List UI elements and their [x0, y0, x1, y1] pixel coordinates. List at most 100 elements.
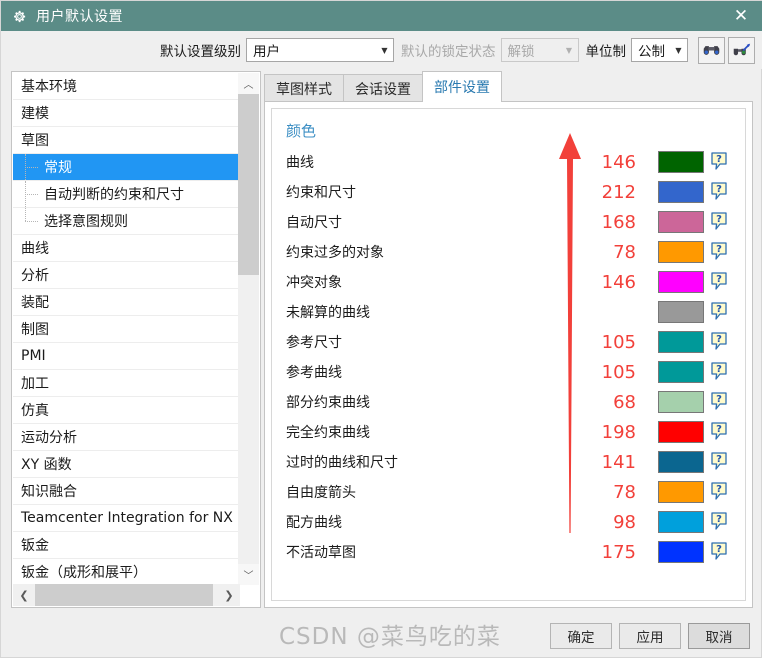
binoculars-arrow-icon[interactable]: [728, 36, 755, 64]
default-level-select[interactable]: 用户 ▼: [246, 38, 394, 62]
sidebar-item-label: 装配: [21, 295, 49, 311]
panel-body: 颜色 曲线 146? 约束和尺寸 212? 自动尺寸 168? 约束过多的对象 78? 冲突对象…: [264, 101, 753, 608]
help-balloon-icon[interactable]: ?: [711, 182, 728, 202]
sidebar-item[interactable]: 选择意图规则: [13, 208, 240, 235]
close-icon[interactable]: ✕: [719, 1, 762, 31]
sidebar-item[interactable]: Teamcenter Integration for NX: [13, 505, 240, 532]
color-swatch[interactable]: [658, 301, 704, 323]
cancel-button[interactable]: 取消: [688, 623, 750, 649]
sidebar-item[interactable]: 曲线: [13, 235, 240, 262]
color-swatch[interactable]: [658, 271, 704, 293]
color-swatch[interactable]: [658, 181, 704, 203]
help-balloon-icon[interactable]: ?: [711, 362, 728, 382]
help-balloon-icon[interactable]: ?: [711, 422, 728, 442]
tree-vscroll-thumb[interactable]: [238, 94, 259, 275]
color-swatch[interactable]: [658, 421, 704, 443]
svg-text:?: ?: [716, 514, 722, 525]
color-swatch[interactable]: [658, 511, 704, 533]
sidebar-item[interactable]: 装配: [13, 289, 240, 316]
tab-1[interactable]: 草图样式: [264, 74, 344, 102]
help-balloon-icon[interactable]: ?: [711, 152, 728, 172]
title-bar: 用户默认设置 ✕: [1, 1, 762, 31]
chevron-down-icon[interactable]: ﹀: [238, 564, 259, 585]
svg-text:?: ?: [716, 454, 722, 465]
color-index-value: 105: [601, 331, 636, 353]
help-balloon-icon[interactable]: ?: [711, 332, 728, 352]
tree-hscroll-track[interactable]: [35, 584, 218, 606]
color-setting-label: 未解算的曲线: [286, 305, 370, 321]
sidebar-item[interactable]: 自动判断的约束和尺寸: [13, 181, 240, 208]
color-setting-row: 配方曲线 98?: [272, 507, 745, 537]
sidebar-item-label: 钣金: [21, 538, 49, 554]
sidebar-item[interactable]: 常规: [13, 154, 240, 181]
sidebar-item[interactable]: 钣金: [13, 532, 240, 559]
svg-text:?: ?: [716, 424, 722, 435]
help-balloon-icon[interactable]: ?: [711, 512, 728, 532]
color-swatch[interactable]: [658, 241, 704, 263]
svg-text:?: ?: [716, 154, 722, 165]
chevron-up-icon[interactable]: ︿: [238, 73, 259, 94]
color-index-value: 146: [601, 271, 636, 293]
unit-system-label: 单位制: [585, 44, 627, 60]
help-balloon-icon[interactable]: ?: [711, 482, 728, 502]
sidebar-item[interactable]: 基本环境: [13, 73, 240, 100]
color-swatch[interactable]: [658, 211, 704, 233]
help-balloon-icon[interactable]: ?: [711, 272, 728, 292]
help-balloon-icon[interactable]: ?: [711, 302, 728, 322]
sidebar-item-label: 曲线: [21, 241, 49, 257]
sidebar-item[interactable]: 建模: [13, 100, 240, 127]
help-balloon-icon[interactable]: ?: [711, 392, 728, 412]
sidebar-item[interactable]: 加工: [13, 370, 240, 397]
default-lock-value: 解锁: [507, 44, 535, 60]
color-swatch[interactable]: [658, 451, 704, 473]
color-swatch[interactable]: [658, 541, 704, 563]
color-swatch[interactable]: [658, 151, 704, 173]
help-balloon-icon[interactable]: ?: [711, 452, 728, 472]
color-swatch[interactable]: [658, 481, 704, 503]
color-setting-row: 参考曲线 105?: [272, 357, 745, 387]
sidebar-item[interactable]: 知识融合: [13, 478, 240, 505]
tab-2[interactable]: 会话设置: [343, 74, 423, 102]
default-lock-select: 解锁 ▼: [500, 38, 579, 62]
settings-toolbar: 默认设置级别 用户 ▼ 默认的锁定状态 解锁 ▼ 单位制 公制 ▼: [1, 31, 762, 69]
sidebar-item[interactable]: 仿真: [13, 397, 240, 424]
svg-text:?: ?: [716, 274, 722, 285]
help-balloon-icon[interactable]: ?: [711, 212, 728, 232]
sidebar-item[interactable]: PMI: [13, 343, 240, 370]
category-tree[interactable]: 基本环境建模草图 常规 自动判断的约束和尺寸 选择意图规则曲线分析装配制图 PMI 加工仿…: [13, 73, 240, 585]
color-setting-label: 曲线: [286, 155, 314, 171]
color-setting-label: 过时的曲线和尺寸: [286, 455, 398, 471]
chevron-left-icon[interactable]: ❮: [13, 584, 35, 606]
color-setting-label: 自由度箭头: [286, 485, 356, 501]
category-tree-panel: 基本环境建模草图 常规 自动判断的约束和尺寸 选择意图规则曲线分析装配制图 PMI 加工仿…: [11, 71, 261, 608]
binoculars-icon[interactable]: [698, 36, 725, 64]
tree-vertical-scrollbar[interactable]: ︿ ﹀: [238, 73, 259, 585]
chevron-right-icon[interactable]: ❯: [218, 584, 240, 606]
sidebar-item[interactable]: 运动分析: [13, 424, 240, 451]
help-balloon-icon[interactable]: ?: [711, 242, 728, 262]
apply-button[interactable]: 应用: [619, 623, 681, 649]
color-swatch[interactable]: [658, 331, 704, 353]
ok-button[interactable]: 确定: [550, 623, 612, 649]
color-swatch[interactable]: [658, 391, 704, 413]
sidebar-item[interactable]: 草图: [13, 127, 240, 154]
unit-system-select[interactable]: 公制 ▼: [631, 38, 688, 62]
sidebar-item[interactable]: 钣金（成形和展平）: [13, 559, 240, 585]
sidebar-item-label: 钣金（成形和展平）: [21, 565, 147, 581]
tree-horizontal-scrollbar[interactable]: ❮ ❯: [13, 584, 240, 606]
color-setting-row: 约束和尺寸 212?: [272, 177, 745, 207]
color-index-value: 98: [613, 511, 636, 533]
color-swatch[interactable]: [658, 361, 704, 383]
sidebar-item-label: PMI: [21, 348, 46, 364]
sidebar-item-label: 分析: [21, 268, 49, 284]
help-balloon-icon[interactable]: ?: [711, 542, 728, 562]
color-index-value: 198: [601, 421, 636, 443]
sidebar-item[interactable]: 制图: [13, 316, 240, 343]
color-index-value: 105: [601, 361, 636, 383]
sidebar-item[interactable]: 分析: [13, 262, 240, 289]
sidebar-item-label: 建模: [21, 106, 49, 122]
tab-3[interactable]: 部件设置: [422, 71, 502, 102]
tree-hscroll-thumb[interactable]: [35, 584, 213, 606]
sidebar-item-label: 加工: [21, 376, 49, 392]
sidebar-item[interactable]: XY 函数: [13, 451, 240, 478]
